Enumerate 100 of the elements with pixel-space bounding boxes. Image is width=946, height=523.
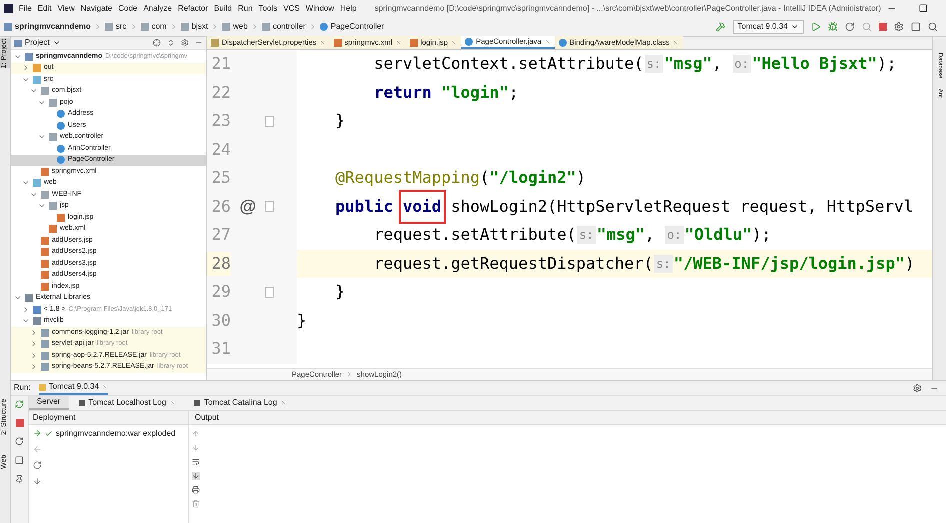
class-icon <box>465 38 474 46</box>
run-icon[interactable] <box>811 22 821 32</box>
layout-icon[interactable] <box>911 22 921 32</box>
line-number: 27 <box>210 224 231 246</box>
class-icon <box>320 22 328 30</box>
breadcrumb[interactable]: bjsxt <box>192 20 208 32</box>
class-icon <box>558 38 567 46</box>
up-icon[interactable] <box>192 430 200 438</box>
update-icon[interactable] <box>15 437 24 446</box>
app-logo-icon <box>4 4 13 13</box>
fold-marker-icon[interactable] <box>265 116 274 127</box>
menu-item[interactable]: Build <box>214 2 232 14</box>
settings-icon[interactable] <box>181 39 189 47</box>
menu-item[interactable]: File <box>19 2 32 14</box>
breadcrumb[interactable]: controller <box>272 20 306 32</box>
menu-item[interactable]: Navigate <box>80 2 112 14</box>
redeploy-icon[interactable] <box>32 461 42 470</box>
line-number: 23 <box>210 110 231 132</box>
code-line: } <box>297 310 308 332</box>
log-tab[interactable]: Tomcat Localhost Log <box>70 396 184 410</box>
folder-icon <box>222 22 230 30</box>
code-line: } <box>334 281 346 304</box>
search-icon[interactable] <box>928 22 938 32</box>
build-icon[interactable] <box>716 22 726 32</box>
file-icon <box>211 38 219 46</box>
menu-item[interactable]: Code <box>118 2 138 14</box>
locate-icon[interactable] <box>153 39 161 47</box>
stop-icon[interactable] <box>16 419 24 427</box>
scroll-end-icon[interactable] <box>192 472 200 480</box>
menu-item[interactable]: Edit <box>38 2 52 14</box>
breadcrumb[interactable]: web <box>233 20 248 32</box>
settings-icon[interactable] <box>894 22 904 32</box>
log-tab[interactable]: Server <box>29 396 69 410</box>
folder-icon <box>49 133 57 142</box>
menu-item[interactable]: View <box>58 2 75 14</box>
fold-marker-icon[interactable] <box>265 286 274 298</box>
parameter-hint: o: <box>665 226 684 244</box>
stop-icon[interactable] <box>879 22 887 30</box>
parameter-hint: o: <box>732 55 752 74</box>
down-icon[interactable] <box>192 444 200 452</box>
maximize-icon[interactable] <box>919 4 928 12</box>
parameter-hint: s: <box>577 226 596 244</box>
line-number: 22 <box>210 82 231 104</box>
line-number: 29 <box>210 281 231 304</box>
rerun-icon[interactable] <box>15 400 24 409</box>
line-number: 25 <box>210 167 231 190</box>
menu-item[interactable]: Window <box>306 2 334 14</box>
code-line: return "login"; <box>373 82 520 104</box>
separator-icon <box>346 371 354 378</box>
column-header: Output <box>189 411 946 425</box>
debug-icon[interactable] <box>828 22 838 32</box>
dropdown-icon[interactable] <box>52 39 61 47</box>
line-number: 26 <box>210 196 231 218</box>
column-header: Deployment <box>29 411 188 425</box>
line-number: 31 <box>210 338 231 360</box>
print-icon[interactable] <box>192 486 200 494</box>
deploy-icon[interactable] <box>32 429 42 438</box>
layout-icon[interactable] <box>15 456 24 465</box>
close-icon[interactable] <box>544 38 551 44</box>
folder-icon <box>4 22 12 30</box>
deployment-item[interactable]: springmvcanndemo:war exploded <box>45 428 176 440</box>
breadcrumb[interactable]: com <box>152 20 167 32</box>
pin-icon[interactable] <box>15 475 24 484</box>
window-title: springmvcanndemo [D:\code\springmvc\springmvcanndemo] - ...\src\com\bjsxt\web\controller\PageController.java - IntelliJ IDEA (Administrator) <box>374 2 882 14</box>
menu-item[interactable]: Analyze <box>144 2 172 14</box>
menu-item[interactable]: Tools <box>258 2 278 14</box>
run-label: Run: <box>14 382 31 394</box>
menu-item[interactable]: VCS <box>283 2 300 14</box>
trash-icon[interactable] <box>192 500 200 508</box>
breadcrumb[interactable]: src <box>116 20 127 32</box>
collapse-icon[interactable] <box>167 39 175 47</box>
parameter-hint: s: <box>644 55 664 74</box>
folder-icon <box>262 22 270 30</box>
code-line: servletContext.setAttribute( s: "msg", o: "Hello Bjsxt"); <box>373 53 898 76</box>
code-line: public void showLogin2(HttpServletRequest request, HttpServl <box>297 192 932 221</box>
file-icon <box>41 168 49 176</box>
folder-icon <box>140 22 149 30</box>
gutter-icon[interactable]: @ <box>240 194 256 220</box>
deploy-all-icon[interactable] <box>32 477 42 486</box>
settings-icon[interactable] <box>913 384 922 392</box>
menu-item[interactable]: Refactor <box>178 2 208 14</box>
line-number: 24 <box>210 138 231 161</box>
breadcrumb[interactable]: springmvcanndemo <box>15 20 92 32</box>
menu-item[interactable]: Help <box>340 2 357 14</box>
rerun-icon[interactable] <box>845 22 855 32</box>
log-tab[interactable]: Tomcat Catalina Log <box>186 396 296 410</box>
panel-icon <box>14 40 22 46</box>
run-config-dropdown[interactable]: Tomcat 9.0.34 <box>732 20 804 34</box>
folder-icon <box>180 22 189 30</box>
line-number: 30 <box>210 310 231 332</box>
line-number: 28 <box>207 252 231 276</box>
panel-title[interactable]: Project <box>25 37 50 49</box>
file-icon <box>410 38 418 46</box>
breadcrumb[interactable]: PageController <box>330 20 384 32</box>
menu-item[interactable]: Run <box>238 2 253 14</box>
parameter-hint: s: <box>654 254 673 273</box>
fold-marker-icon[interactable] <box>265 201 274 212</box>
wrap-icon[interactable] <box>192 458 200 466</box>
file-icon <box>334 38 342 46</box>
code-line: @RequestMapping("/login2") <box>334 167 588 190</box>
